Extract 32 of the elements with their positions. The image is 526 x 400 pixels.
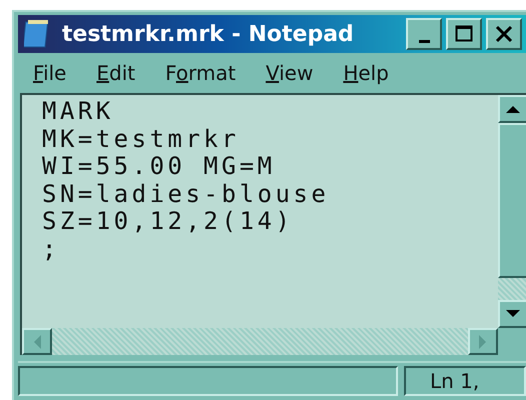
- cursor-position: Ln 1,: [404, 366, 526, 396]
- horizontal-scrollbar[interactable]: [22, 328, 498, 355]
- menu-item[interactable]: Format: [165, 61, 236, 85]
- text-line: WI=55.00 MG=M: [42, 153, 276, 180]
- close-button[interactable]: [486, 18, 522, 50]
- vertical-scrollbar[interactable]: [498, 95, 526, 328]
- maximize-button[interactable]: [446, 18, 482, 50]
- maximize-icon: [454, 24, 474, 44]
- text-line: ;: [42, 236, 61, 263]
- down-arrow-icon: [505, 309, 521, 319]
- minimize-button[interactable]: [406, 18, 442, 50]
- text-line: MK=testmrkr: [42, 126, 240, 153]
- scroll-up-button[interactable]: [498, 95, 526, 123]
- right-arrow-icon: [478, 334, 488, 350]
- scroll-left-button[interactable]: [22, 328, 52, 355]
- text-line: SN=ladies-blouse: [42, 180, 330, 208]
- up-arrow-icon: [505, 104, 521, 114]
- scroll-right-button[interactable]: [468, 328, 498, 355]
- text-line: MARK: [42, 98, 115, 126]
- menu-item[interactable]: Edit: [96, 61, 136, 85]
- scroll-down-button[interactable]: [498, 300, 526, 328]
- close-icon: [494, 24, 514, 44]
- left-arrow-icon: [32, 334, 42, 350]
- menu-item[interactable]: Help: [343, 61, 389, 85]
- scroll-thumb[interactable]: [498, 123, 526, 278]
- menu-item[interactable]: View: [266, 61, 314, 85]
- menu-item[interactable]: File: [33, 61, 66, 85]
- text-area[interactable]: MARK MK=testmrkr WI=55.00 MG=M SN=ladies-blouse SZ=10,12,2(14) ;: [22, 95, 498, 328]
- window-title: testmrkr.mrk - Notepad: [62, 22, 354, 46]
- scroll-track[interactable]: [498, 278, 526, 300]
- minimize-icon: [418, 40, 430, 42]
- text-line: SZ=10,12,2(14): [42, 208, 294, 236]
